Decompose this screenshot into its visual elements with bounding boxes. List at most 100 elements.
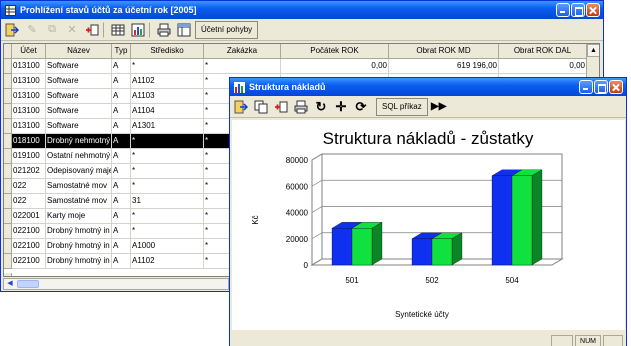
table-cell[interactable]: 022100 [12, 224, 46, 239]
row-header[interactable] [4, 164, 12, 179]
copy-icon[interactable] [252, 98, 270, 116]
print-icon[interactable] [292, 98, 310, 116]
row-header[interactable] [4, 179, 12, 194]
table-cell[interactable]: 021202 [12, 164, 46, 179]
scroll-up-arrow-icon[interactable]: ▲ [587, 44, 599, 57]
table-cell[interactable]: A [112, 164, 131, 179]
row-header[interactable] [4, 239, 12, 254]
table-cell[interactable]: * [131, 224, 204, 239]
table-cell[interactable]: Samostatné mov [46, 194, 112, 209]
table-cell[interactable]: 013100 [12, 89, 46, 104]
table-cell[interactable]: A1000 [131, 239, 204, 254]
table-cell[interactable]: 022 [12, 194, 46, 209]
table-cell[interactable]: Samostatné mov [46, 179, 112, 194]
table-cell[interactable]: Software [46, 74, 112, 89]
column-header-ucet[interactable]: Účet [12, 44, 46, 59]
table-cell[interactable]: Software [46, 104, 112, 119]
table-cell[interactable]: * [204, 59, 281, 74]
column-header-stredisko[interactable]: Středisko [131, 44, 204, 59]
refresh-icon[interactable]: ⟳ [352, 98, 370, 116]
grid-view-icon[interactable] [175, 21, 193, 39]
row-header[interactable] [4, 59, 12, 74]
table-cell[interactable]: 31 [131, 194, 204, 209]
table-cell[interactable]: A1104 [131, 104, 204, 119]
row-header[interactable] [4, 149, 12, 164]
chart-window-titlebar[interactable]: Struktura nákladů [230, 78, 626, 96]
table-cell[interactable]: 013100 [12, 59, 46, 74]
table-cell[interactable]: Ostatní nehmotný [46, 149, 112, 164]
row-header[interactable] [4, 104, 12, 119]
table-cell[interactable]: A [112, 89, 131, 104]
move-icon[interactable]: ✛ [332, 98, 350, 116]
table-cell[interactable]: * [131, 149, 204, 164]
column-header-pocatek[interactable]: Počátek ROK [281, 44, 389, 59]
table-cell[interactable]: 022001 [12, 209, 46, 224]
table-cell[interactable]: A [112, 134, 131, 149]
exit-icon[interactable] [232, 98, 250, 116]
table-cell[interactable]: 022 [12, 179, 46, 194]
ucetni-pohyby-button[interactable]: Účetní pohyby [195, 20, 259, 39]
table-cell[interactable]: 0,00 [499, 59, 587, 74]
table-cell[interactable]: 022100 [12, 254, 46, 269]
table-cell[interactable]: Karty moje [46, 209, 112, 224]
grid-horizontal-scrollbar[interactable]: ◀ [3, 278, 229, 290]
table-cell[interactable]: * [131, 134, 204, 149]
add-record-icon[interactable] [83, 21, 101, 39]
column-header-obrat-md[interactable]: Obrat ROK MD [389, 44, 499, 59]
table-cell[interactable]: A [112, 194, 131, 209]
rotate-icon[interactable]: ↻ [312, 98, 330, 116]
table-cell[interactable]: 013100 [12, 119, 46, 134]
column-header-obrat-dal[interactable]: Obrat ROK DAL [499, 44, 587, 59]
row-header[interactable] [4, 134, 12, 149]
table-cell[interactable]: 0,00 [281, 59, 389, 74]
table-cell[interactable]: A [112, 209, 131, 224]
table-cell[interactable]: A1102 [131, 74, 204, 89]
maximize-button[interactable] [594, 80, 608, 94]
table-cell[interactable]: A [112, 149, 131, 164]
table-cell[interactable]: * [131, 164, 204, 179]
next-icon[interactable]: ▶▶ [430, 98, 448, 116]
delete-icon[interactable]: ✕ [63, 21, 81, 39]
table-cell[interactable]: 013100 [12, 104, 46, 119]
table-cell[interactable]: A1103 [131, 89, 204, 104]
row-header[interactable] [4, 119, 12, 134]
table-cell[interactable]: A [112, 254, 131, 269]
table-cell[interactable]: 619 196,00 [389, 59, 499, 74]
table-cell[interactable]: Drobný hmotný in [46, 239, 112, 254]
table-cell[interactable]: Drobný nehmotný [46, 134, 112, 149]
main-window-titlebar[interactable]: Prohlížení stavů účtů za účetní rok [200… [1, 1, 603, 19]
column-header-zakazka[interactable]: Zakázka [204, 44, 281, 59]
add-record-icon[interactable] [272, 98, 290, 116]
table-cell[interactable]: 018100 [12, 134, 46, 149]
sql-query-button[interactable]: SQL příkaz [376, 97, 428, 116]
table-cell[interactable]: * [131, 59, 204, 74]
row-header[interactable] [4, 194, 12, 209]
table-cell[interactable]: Software [46, 119, 112, 134]
close-button[interactable] [609, 80, 623, 94]
table-cell[interactable]: A1102 [131, 254, 204, 269]
table-cell[interactable]: Software [46, 89, 112, 104]
table-cell[interactable]: Drobný hmotný in [46, 224, 112, 239]
scroll-left-arrow-icon[interactable]: ◀ [4, 279, 16, 289]
minimize-button[interactable] [556, 3, 570, 17]
row-header[interactable] [4, 209, 12, 224]
table-cell[interactable]: A [112, 239, 131, 254]
column-header-nazev[interactable]: Název [46, 44, 112, 59]
row-header[interactable] [4, 74, 12, 89]
row-header[interactable] [4, 254, 12, 269]
minimize-button[interactable] [579, 80, 593, 94]
table-row[interactable]: 013100 Software A * * 0,00 619 196,00 0,00 [4, 59, 599, 74]
table-cell[interactable]: Software [46, 59, 112, 74]
table-cell[interactable]: Odepisovaný maje [46, 164, 112, 179]
scroll-thumb[interactable] [17, 280, 39, 288]
chart-icon[interactable] [129, 21, 147, 39]
table-cell[interactable]: 022100 [12, 239, 46, 254]
copy-icon[interactable]: ⧉ [43, 21, 61, 39]
table-cell[interactable]: 013100 [12, 74, 46, 89]
table-cell[interactable]: A [112, 74, 131, 89]
table-cell[interactable]: A [112, 224, 131, 239]
edit-icon[interactable]: ✎ [23, 21, 41, 39]
close-button[interactable] [586, 3, 600, 17]
table-cell[interactable]: 019100 [12, 149, 46, 164]
table-cell[interactable]: A [112, 104, 131, 119]
